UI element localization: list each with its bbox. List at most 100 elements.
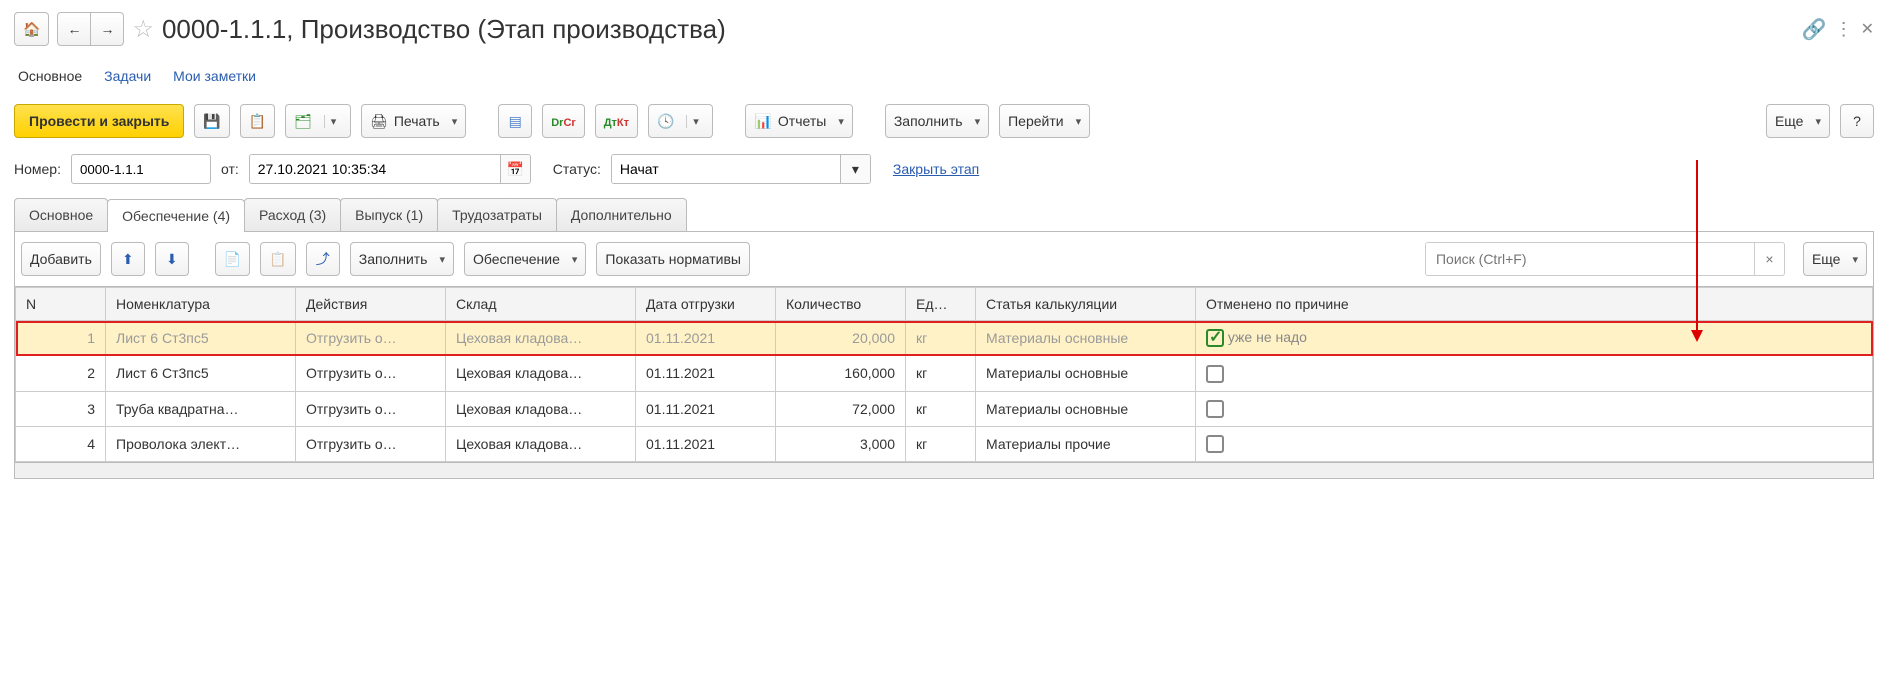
tab-additional[interactable]: Дополнительно xyxy=(556,198,687,231)
cell-unit: кг xyxy=(906,391,976,426)
save-button[interactable]: 💾 xyxy=(194,104,229,138)
nav-back-button[interactable]: ← xyxy=(57,12,91,46)
cell-warehouse: Цеховая кладова… xyxy=(446,356,636,391)
home-icon: 🏠 xyxy=(23,21,40,38)
checkbox-icon[interactable] xyxy=(1206,435,1224,453)
clock-icon: 🕓 xyxy=(657,113,674,130)
cell-unit: кг xyxy=(906,356,976,391)
date-input[interactable] xyxy=(250,155,500,183)
more-dropdown[interactable]: Еще xyxy=(1766,104,1830,138)
home-button[interactable]: 🏠 xyxy=(14,12,49,46)
status-select[interactable] xyxy=(612,155,840,183)
tab-labor[interactable]: Трудозатраты xyxy=(437,198,557,231)
close-stage-link[interactable]: Закрыть этап xyxy=(893,161,979,177)
th-ship-date[interactable]: Дата отгрузки xyxy=(636,288,776,321)
cell-cancelled[interactable]: уже не надо xyxy=(1196,321,1873,356)
th-n[interactable]: N xyxy=(16,288,106,321)
th-unit[interactable]: Ед… xyxy=(906,288,976,321)
tab-main[interactable]: Основное xyxy=(14,198,108,231)
drcr-button[interactable]: DrCr xyxy=(542,104,584,138)
table-row[interactable]: 2Лист 6 Ст3пс5Отгрузить о…Цеховая кладов… xyxy=(16,356,1873,391)
link-icon-button[interactable]: 🔗 xyxy=(1802,17,1827,42)
share-icon: ⤴ xyxy=(316,249,330,269)
nav-tasks[interactable]: Задачи xyxy=(104,68,151,84)
post-button[interactable]: 📋 xyxy=(240,104,275,138)
move-up-button[interactable]: ⬆ xyxy=(111,242,145,276)
from-label: от: xyxy=(221,161,239,177)
fill-dropdown[interactable]: Заполнить xyxy=(885,104,989,138)
page-title: 0000-1.1.1, Производство (Этап производс… xyxy=(162,14,726,45)
reports-icon: 📊 xyxy=(754,113,771,130)
cell-unit: кг xyxy=(906,321,976,356)
checkbox-icon[interactable] xyxy=(1206,329,1224,347)
cell-article: Материалы основные xyxy=(976,391,1196,426)
dtkt-button[interactable]: ДтКт xyxy=(595,104,638,138)
tab-output[interactable]: Выпуск (1) xyxy=(340,198,438,231)
share-button[interactable]: ⤴ xyxy=(306,242,340,276)
favorite-star-icon[interactable]: ☆ xyxy=(132,15,154,44)
sub-supply-dropdown[interactable]: Обеспечение xyxy=(464,242,586,276)
show-norms-button[interactable]: Показать нормативы xyxy=(596,242,750,276)
nav-forward-button[interactable]: → xyxy=(90,12,124,46)
print-dropdown[interactable]: 🖨Печать xyxy=(361,104,466,138)
cell-nomenclature: Лист 6 Ст3пс5 xyxy=(106,356,296,391)
cell-cancelled[interactable] xyxy=(1196,391,1873,426)
cell-date: 01.11.2021 xyxy=(636,426,776,461)
cell-warehouse: Цеховая кладова… xyxy=(446,391,636,426)
cell-warehouse: Цеховая кладова… xyxy=(446,426,636,461)
doc-structure-button[interactable]: ▤ xyxy=(498,104,532,138)
calendar-button[interactable]: 📅 xyxy=(500,155,530,183)
link-icon: 🔗 xyxy=(1802,19,1827,41)
checkbox-icon[interactable] xyxy=(1206,365,1224,383)
table-header-row: N Номенклатура Действия Склад Дата отгру… xyxy=(16,288,1873,321)
number-label: Номер: xyxy=(14,161,61,177)
cell-actions: Отгрузить о… xyxy=(296,426,446,461)
cell-cancelled[interactable] xyxy=(1196,356,1873,391)
nav-notes[interactable]: Мои заметки xyxy=(173,68,256,84)
th-warehouse[interactable]: Склад xyxy=(446,288,636,321)
goto-dropdown[interactable]: Перейти xyxy=(999,104,1090,138)
th-actions[interactable]: Действия xyxy=(296,288,446,321)
close-button[interactable]: ✕ xyxy=(1861,19,1874,39)
search-input[interactable] xyxy=(1426,243,1754,275)
tab-supply[interactable]: Обеспечение (4) xyxy=(107,199,245,232)
dtkt-icon: ДтКт xyxy=(604,113,629,129)
status-dropdown-button[interactable]: ▾ xyxy=(840,155,870,183)
sub-fill-dropdown[interactable]: Заполнить xyxy=(350,242,454,276)
th-qty[interactable]: Количество xyxy=(776,288,906,321)
clear-icon: × xyxy=(1765,251,1773,267)
th-nomenclature[interactable]: Номенклатура xyxy=(106,288,296,321)
paste-button[interactable]: 📋 xyxy=(260,242,295,276)
post-and-close-button[interactable]: Провести и закрыть xyxy=(14,104,184,138)
add-row-button[interactable]: Добавить xyxy=(21,242,101,276)
table-row[interactable]: 4Проволока элект…Отгрузить о…Цеховая кла… xyxy=(16,426,1873,461)
tab-expense[interactable]: Расход (3) xyxy=(244,198,341,231)
copy-button[interactable]: 📄 xyxy=(215,242,250,276)
help-button[interactable]: ? xyxy=(1840,104,1874,138)
time-dropdown[interactable]: 🕓▾ xyxy=(648,104,713,138)
th-cancelled[interactable]: Отменено по причине xyxy=(1196,288,1873,321)
sub-more-dropdown[interactable]: Еще xyxy=(1803,242,1867,276)
horizontal-scrollbar[interactable] xyxy=(14,463,1874,479)
search-clear-button[interactable]: × xyxy=(1754,243,1784,275)
arrow-down-icon: ⬇ xyxy=(166,251,178,268)
calendar-icon: 📅 xyxy=(507,161,524,178)
checkbox-icon[interactable] xyxy=(1206,400,1224,418)
table-row[interactable]: 1Лист 6 Ст3пс5Отгрузить о…Цеховая кладов… xyxy=(16,321,1873,356)
status-label: Статус: xyxy=(553,161,601,177)
close-icon: ✕ xyxy=(1861,21,1874,38)
cell-nomenclature: Проволока элект… xyxy=(106,426,296,461)
cell-cancelled[interactable] xyxy=(1196,426,1873,461)
kebab-menu-button[interactable]: ⋮ xyxy=(1835,19,1853,40)
chevron-down-icon: ▾ xyxy=(852,161,859,178)
cell-actions: Отгрузить о… xyxy=(296,391,446,426)
cell-unit: кг xyxy=(906,426,976,461)
th-article[interactable]: Статья калькуляции xyxy=(976,288,1196,321)
move-down-button[interactable]: ⬇ xyxy=(155,242,189,276)
nav-main[interactable]: Основное xyxy=(18,68,82,84)
reports-dropdown[interactable]: 📊Отчеты xyxy=(745,104,852,138)
table-row[interactable]: 3Труба квадратна…Отгрузить о…Цеховая кла… xyxy=(16,391,1873,426)
drcr-icon: DrCr xyxy=(551,113,575,129)
basis-dropdown[interactable]: 🗂▾ xyxy=(285,104,351,138)
number-input[interactable] xyxy=(71,154,211,184)
